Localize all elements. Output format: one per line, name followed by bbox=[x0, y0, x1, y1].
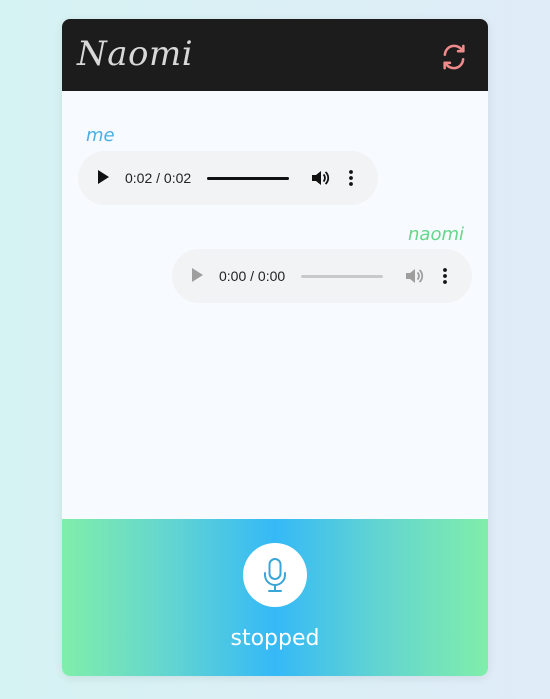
time-display: 0:00 / 0:00 bbox=[219, 268, 286, 284]
sender-label-naomi: naomi bbox=[408, 224, 464, 245]
more-options-icon[interactable] bbox=[344, 169, 358, 187]
play-icon[interactable] bbox=[98, 170, 109, 184]
volume-icon[interactable] bbox=[310, 169, 330, 187]
refresh-icon[interactable] bbox=[440, 43, 468, 71]
time-display: 0:02 / 0:02 bbox=[125, 170, 192, 186]
sender-label-me: me bbox=[86, 125, 115, 146]
header-bar: Naomi bbox=[62, 19, 488, 91]
recording-status: stopped bbox=[230, 626, 320, 651]
audio-player-me: 0:02 / 0:02 bbox=[78, 151, 378, 205]
volume-icon[interactable] bbox=[404, 267, 424, 285]
page-title: Naomi bbox=[77, 34, 194, 74]
more-options-icon[interactable] bbox=[438, 267, 452, 285]
audio-player-naomi: 0:00 / 0:00 bbox=[172, 249, 472, 303]
seek-bar[interactable] bbox=[301, 275, 383, 278]
message-list: me 0:02 / 0:02 naomi 0:00 / 0:00 bbox=[62, 91, 488, 519]
microphone-icon bbox=[264, 558, 286, 592]
recorder-bar: stopped bbox=[62, 519, 488, 676]
play-icon[interactable] bbox=[192, 268, 203, 282]
chat-card: Naomi me 0:02 / 0:02 naomi 0:00 / 0:00 s… bbox=[62, 19, 488, 676]
seek-bar[interactable] bbox=[207, 177, 289, 180]
record-button[interactable] bbox=[243, 543, 307, 607]
